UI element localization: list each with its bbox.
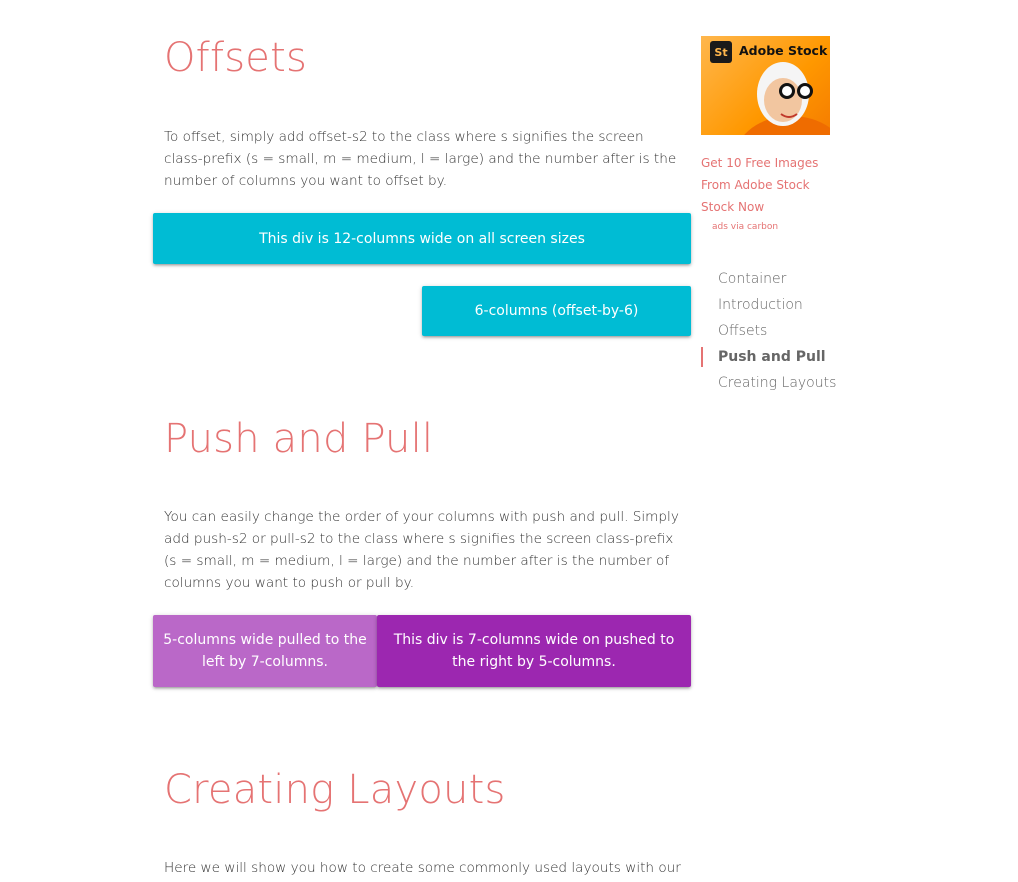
demo-col-6-offset-6: 6-columns (offset-by-6) [422,286,691,336]
demo-pull-7: 5-columns wide pulled to the left by 7-c… [153,615,377,687]
demo-col-12: This div is 12-columns wide on all scree… [153,213,691,264]
toc-item-push-and-pull[interactable]: Push and Pull [701,345,836,371]
push-pull-heading: Push and Pull [164,416,434,462]
toc-item-introduction[interactable]: Introduction [701,293,836,319]
page: Offsets To offset, simply add offset-s2 … [0,0,1018,882]
demo-push-5: This div is 7-columns wide on pushed to … [377,615,691,687]
toc-item-container[interactable]: Container [701,267,836,293]
adobe-stock-logo-icon: St [710,41,732,63]
ad-via-carbon[interactable]: ads via carbon [712,222,778,232]
ad-image[interactable]: St Adobe Stock [701,36,830,135]
ad-link[interactable]: Get 10 Free Images From Adobe Stock Stoc… [701,152,821,218]
push-pull-description: You can easily change the order of your … [164,509,679,591]
ad-brand: Adobe Stock [739,43,828,58]
toc-item-offsets[interactable]: Offsets [701,319,836,345]
offsets-description: To offset, simply add offset-s2 to the c… [164,129,677,189]
table-of-contents: Container Introduction Offsets Push and … [701,267,836,397]
toc-item-creating-layouts[interactable]: Creating Layouts [701,371,836,397]
layouts-description: Here we will show you how to create some… [164,860,681,876]
offsets-heading: Offsets [164,35,308,81]
layouts-heading: Creating Layouts [164,767,506,813]
